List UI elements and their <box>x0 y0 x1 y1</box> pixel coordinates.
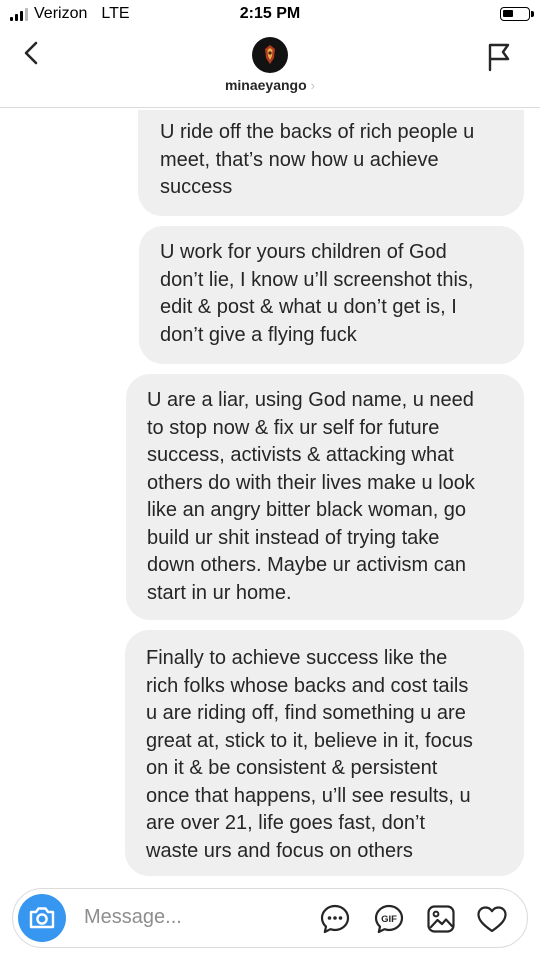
chevron-left-icon <box>24 41 38 65</box>
gif-label: GIF <box>381 914 397 925</box>
header-username[interactable]: minaeyango › <box>0 77 540 93</box>
camera-icon <box>29 907 55 929</box>
chevron-right-icon: › <box>310 78 316 93</box>
message-bubble[interactable]: U work for yours children of God don’t l… <box>139 226 524 364</box>
status-bar: Verizon LTE 2:15 PM <box>0 0 540 30</box>
report-button[interactable] <box>486 42 512 72</box>
conversation-header: minaeyango › <box>0 30 540 108</box>
status-time: 2:15 PM <box>239 5 301 22</box>
back-button[interactable] <box>20 40 46 68</box>
avatar[interactable] <box>252 37 288 73</box>
message-bubble[interactable]: U ride off the backs of rich people u me… <box>138 110 524 216</box>
chat-bubble-button[interactable] <box>319 903 351 935</box>
avatar-emblem-icon <box>265 45 275 64</box>
battery-level <box>503 10 513 17</box>
gif-button[interactable]: GIF <box>373 903 405 935</box>
gallery-button[interactable] <box>425 903 457 935</box>
flag-icon <box>488 43 510 72</box>
battery-icon <box>500 7 534 21</box>
username-label: minaeyango <box>224 77 307 93</box>
message-bubble[interactable]: U are a liar, using God name, u need to … <box>126 374 524 620</box>
message-composer: Message... GIF <box>12 888 528 948</box>
camera-button[interactable] <box>18 894 66 942</box>
heart-icon <box>477 906 507 933</box>
message-bubble[interactable]: Finally to achieve success like the rich… <box>125 630 524 876</box>
image-icon <box>427 905 455 933</box>
gif-icon: GIF <box>374 904 404 934</box>
message-input[interactable]: Message... <box>84 906 182 929</box>
chat-bubble-icon <box>320 904 350 934</box>
like-button[interactable] <box>476 903 508 935</box>
